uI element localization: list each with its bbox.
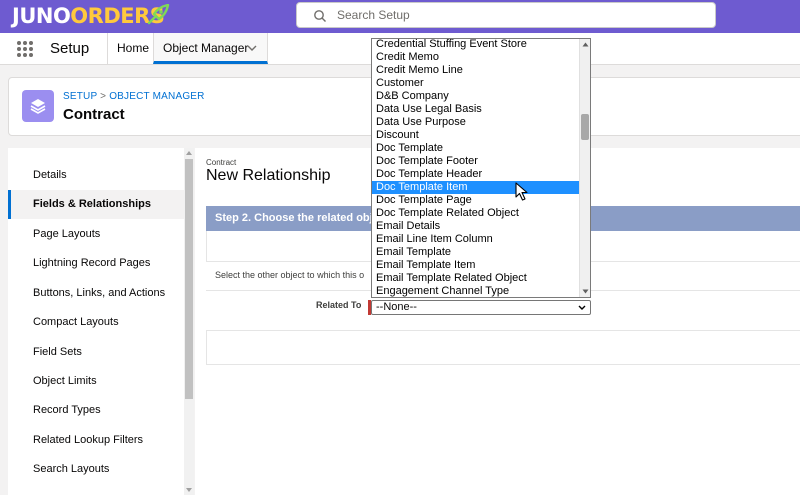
dropdown-option[interactable]: Doc Template Page	[372, 194, 579, 207]
breadcrumb-object-manager[interactable]: OBJECT MANAGER	[109, 91, 204, 102]
dropdown-option[interactable]: Doc Template Related Object	[372, 207, 579, 220]
brand-logo[interactable]: JUNOORDERS	[12, 4, 165, 28]
dropdown-option[interactable]: D&B Company	[372, 90, 579, 103]
search-box[interactable]	[296, 2, 716, 28]
tab-object-manager-label: Object Manager	[163, 41, 249, 55]
dropdown-option[interactable]: Data Use Legal Basis	[372, 103, 579, 116]
dropdown-option-selected[interactable]: Doc Template Item	[372, 181, 579, 194]
dropdown-option[interactable]: Doc Template Header	[372, 168, 579, 181]
search-input[interactable]	[337, 3, 707, 27]
scroll-down-arrow-icon[interactable]	[185, 487, 193, 493]
dropdown-option[interactable]: Email Template Related Object	[372, 272, 579, 285]
breadcrumb-setup[interactable]: SETUP	[63, 91, 97, 102]
related-to-select-value: --None--	[376, 301, 417, 313]
dropdown-option[interactable]: Discount	[372, 129, 579, 142]
dropdown-option[interactable]: Email Details	[372, 220, 579, 233]
sidebar-item-fields-relationships[interactable]: Fields & Relationships	[8, 190, 184, 219]
page-title: Contract	[63, 106, 125, 123]
chevron-down-icon	[578, 305, 586, 310]
related-to-label: Related To	[316, 300, 362, 310]
chevron-down-icon[interactable]	[247, 45, 257, 52]
sidebar-item-details[interactable]: Details	[8, 161, 184, 190]
sidebar-item-lightning-record-pages[interactable]: Lightning Record Pages	[8, 249, 184, 278]
dropdown-option[interactable]: Doc Template Footer	[372, 155, 579, 168]
dropdown-option[interactable]: Engagement Channel Type	[372, 285, 579, 297]
sidebar-item-page-layouts[interactable]: Page Layouts	[8, 220, 184, 249]
section-title: New Relationship	[206, 167, 331, 184]
breadcrumb-separator: >	[100, 91, 107, 102]
sidebar-scrollbar-thumb[interactable]	[185, 159, 193, 399]
scroll-up-arrow-icon[interactable]	[185, 150, 193, 156]
app-launcher-icon[interactable]	[17, 41, 33, 57]
dropdown-option[interactable]: Email Template Item	[372, 259, 579, 272]
instruction-text: Select the other object to which this o	[215, 270, 365, 280]
object-label: Contract	[206, 158, 237, 167]
dropdown-option[interactable]: Email Template	[372, 246, 579, 259]
form-footer-box	[206, 330, 800, 365]
dropdown-option[interactable]: Credential Stuffing Event Store	[372, 39, 579, 51]
dropdown-option[interactable]: Data Use Purpose	[372, 116, 579, 129]
mouse-cursor-icon	[515, 182, 528, 201]
top-header-bar: JUNOORDERS	[0, 0, 800, 33]
tab-object-manager[interactable]: Object Manager	[153, 33, 268, 64]
breadcrumb: SETUP > OBJECT MANAGER	[63, 91, 205, 102]
dropdown-option[interactable]: Customer	[372, 77, 579, 90]
object-sidebar: Details Fields & Relationships Page Layo…	[8, 148, 194, 495]
dropdown-option[interactable]: Doc Template	[372, 142, 579, 155]
dropdown-scrollbar-thumb[interactable]	[581, 114, 589, 140]
rocket-icon	[147, 4, 170, 25]
layers-icon	[22, 90, 54, 122]
sidebar-item-search-layouts[interactable]: Search Layouts	[8, 455, 184, 484]
scroll-up-arrow-icon[interactable]	[582, 42, 589, 47]
sidebar-item-field-sets[interactable]: Field Sets	[8, 338, 184, 367]
related-to-select[interactable]: --None--	[371, 300, 591, 315]
sidebar-item-related-lookup-filters[interactable]: Related Lookup Filters	[8, 426, 184, 455]
related-object-dropdown-list[interactable]: Credential Stuffing Event Store Credit M…	[371, 38, 591, 298]
step-heading: Step 2. Choose the related object	[215, 212, 389, 224]
dropdown-option[interactable]: Credit Memo Line	[372, 64, 579, 77]
dropdown-option[interactable]: Email Line Item Column	[372, 233, 579, 246]
sidebar-item-buttons-links-actions[interactable]: Buttons, Links, and Actions	[8, 279, 184, 308]
search-icon	[314, 10, 326, 22]
tab-home[interactable]: Home	[107, 33, 158, 64]
dropdown-scrollbar[interactable]	[579, 39, 590, 297]
app-name: Setup	[50, 40, 90, 57]
sidebar-item-object-limits[interactable]: Object Limits	[8, 367, 184, 396]
sidebar-item-compact-layouts[interactable]: Compact Layouts	[8, 308, 184, 337]
scroll-down-arrow-icon[interactable]	[582, 289, 589, 294]
dropdown-option[interactable]: Credit Memo	[372, 51, 579, 64]
sidebar-item-record-types[interactable]: Record Types	[8, 396, 184, 425]
